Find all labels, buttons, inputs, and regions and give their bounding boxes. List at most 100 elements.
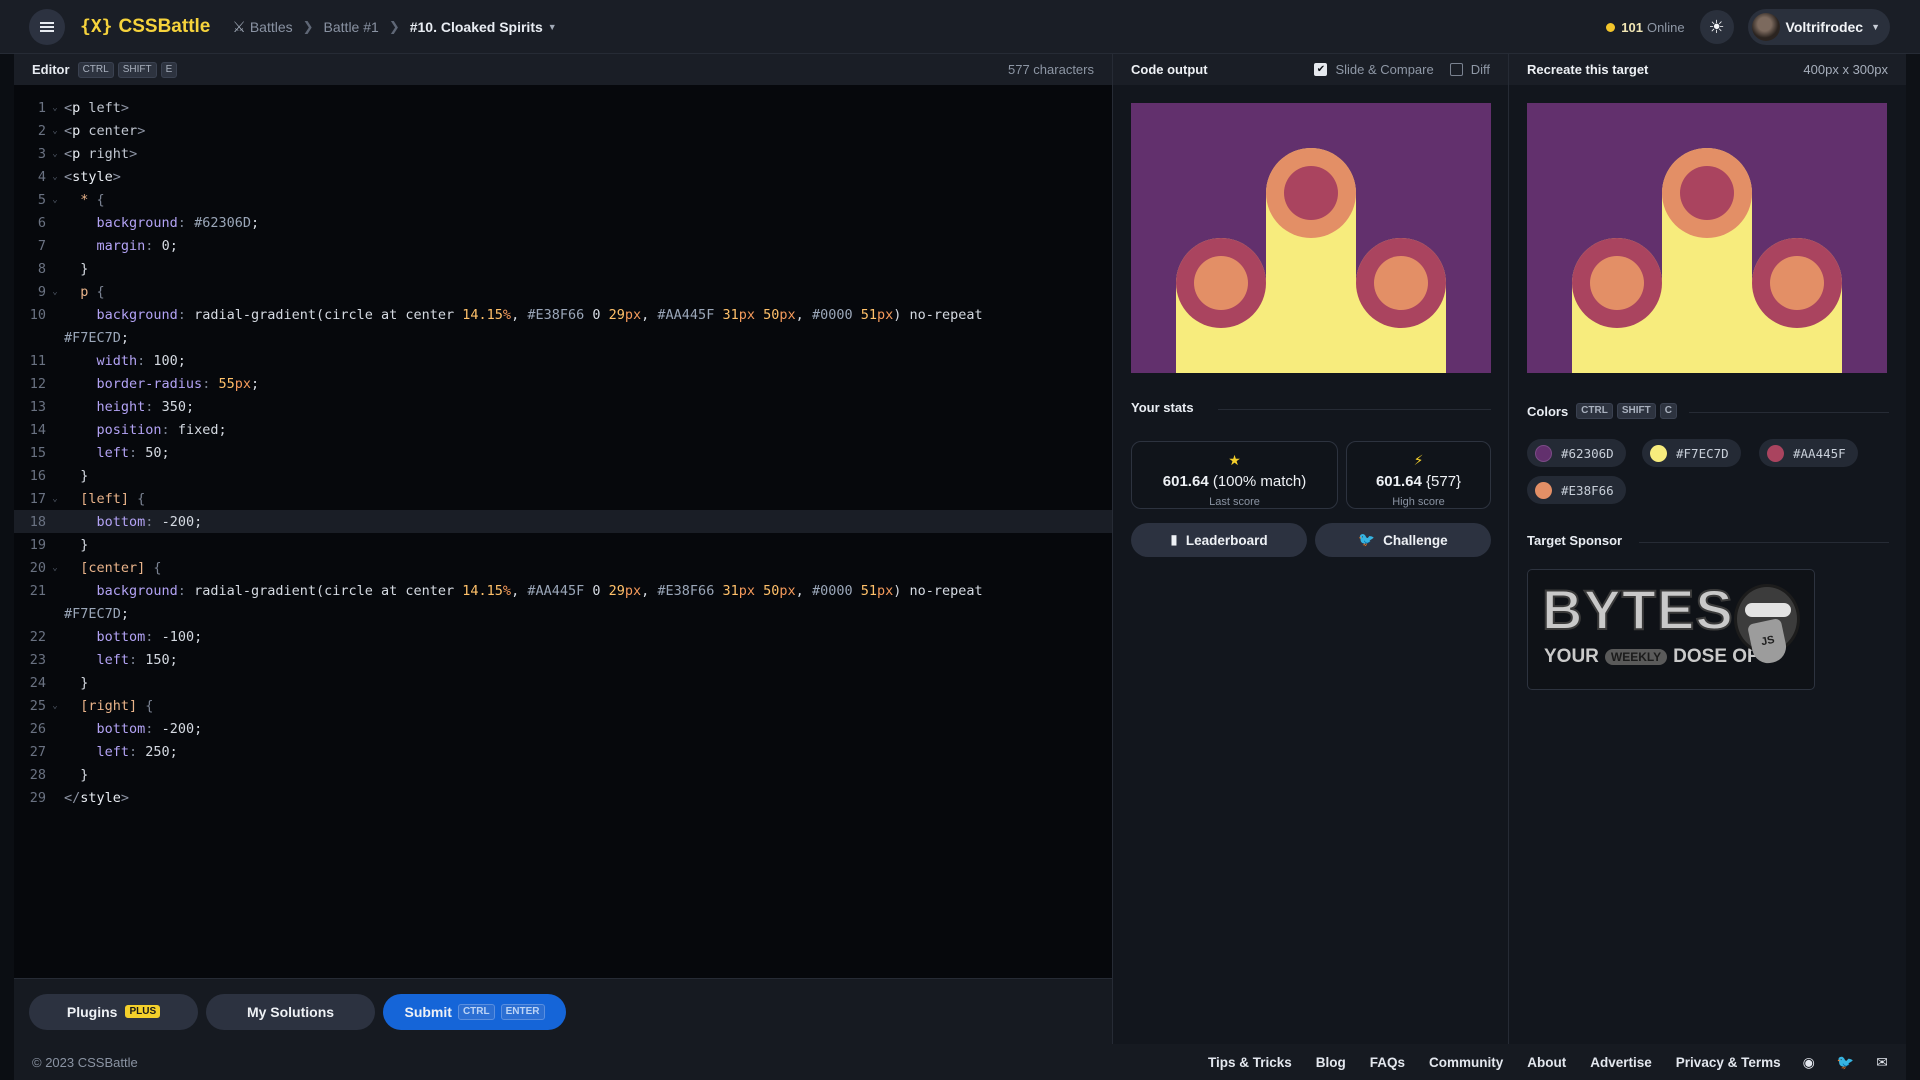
code-line[interactable]: 17 ⌄ [left] { [14,487,1112,510]
challenge-button[interactable]: 🐦 Challenge [1315,523,1491,557]
logo[interactable]: {X} CSSBattle [80,16,210,38]
leaderboard-button[interactable]: ▮ Leaderboard [1131,523,1307,557]
last-score-label: Last score [1209,496,1260,508]
code-line[interactable]: 22 bottom: -100; [14,625,1112,648]
code-line[interactable]: 1 ⌄ <p left> [14,96,1112,119]
my-solutions-button[interactable]: My Solutions [206,993,375,1030]
code-text: left: 250; [96,743,178,760]
fold-icon[interactable]: ⌄ [46,172,64,182]
kbd-ctrl: CTRL [457,1003,495,1020]
fold-icon[interactable]: ⌄ [46,287,64,297]
code-line[interactable]: 2 ⌄ <p center> [14,119,1112,142]
slide-compare-toggle[interactable]: ✔ Slide & Compare [1314,62,1434,77]
diff-toggle[interactable]: Diff [1449,62,1490,77]
code-text: <p left> [64,99,130,116]
output-canvas[interactable] [1131,103,1491,373]
code-line[interactable]: 23 left: 150; [14,648,1112,671]
fold-icon[interactable]: ⌄ [46,494,64,504]
mouth-logo-icon: JS [1734,584,1800,667]
code-line[interactable]: 25 ⌄ [right] { [14,694,1112,717]
code-editor[interactable]: Editor CTRL SHIFT E 577 characters 1 ⌄ <p … [14,54,1112,1044]
color-swatch[interactable]: #E38F66 [1527,476,1626,504]
target-canvas[interactable] [1527,103,1887,373]
color-hex: #E38F66 [1561,482,1614,498]
code-line[interactable]: 15 left: 50; [14,441,1112,464]
stats-title: Your stats [1131,400,1194,415]
color-hex: #F7EC7D [1676,445,1729,461]
code-line[interactable]: 24 } [14,671,1112,694]
sponsor-dose: DOSE OF [1673,646,1759,667]
code-line[interactable]: 6 background: #62306D; [14,211,1112,234]
theme-toggle-button[interactable]: ☀ [1699,10,1734,44]
code-line[interactable]: 12 border-radius: 55px; [14,372,1112,395]
breadcrumb-battles[interactable]: Battles [250,19,293,35]
breadcrumb-target[interactable]: #10. Cloaked Spirits [410,19,543,35]
code-line[interactable]: 14 position: fixed; [14,418,1112,441]
plugins-button[interactable]: Plugins PLUS [29,993,198,1030]
code-text: left: 150; [96,651,178,668]
line-number: 23 [29,651,46,668]
code-line[interactable]: 4 ⌄ <style> [14,165,1112,188]
code-line[interactable]: 9 ⌄ p { [14,280,1112,303]
mail-icon[interactable]: ✉ [1876,1054,1888,1071]
code-line[interactable]: 28 } [14,763,1112,786]
code-line[interactable]: 13 height: 350; [14,395,1112,418]
footer-link-community[interactable]: Community [1429,1055,1503,1070]
code-text: <p center> [64,122,146,139]
checkbox-icon[interactable] [1449,63,1463,76]
footer-link-faqs[interactable]: FAQs [1370,1055,1405,1070]
color-swatch[interactable]: #62306D [1527,439,1626,467]
twitter-icon[interactable]: 🐦 [1837,1054,1854,1071]
star-icon: ★ [1228,452,1241,468]
fold-icon[interactable]: ⌄ [46,701,64,711]
sponsor-logo-text: BYTES [1541,578,1734,641]
code-line[interactable]: 21 background: radial-gradient(circle at… [14,579,1112,602]
footer-link-about[interactable]: About [1527,1055,1566,1070]
slide-compare-label: Slide & Compare [1335,62,1434,77]
code-line[interactable]: 7 margin: 0; [14,234,1112,257]
code-line[interactable]: 20 ⌄ [center] { [14,556,1112,579]
sponsor-banner[interactable]: BYTES YOUR WEEKLY DOSE OF JS [1527,569,1815,690]
code-area[interactable]: 1 ⌄ <p left> 2 ⌄ <p center> 3 ⌄ <p right> 4 ⌄ <styl… [14,96,1112,809]
code-line[interactable]: 26 bottom: -200; [14,717,1112,740]
color-swatch[interactable]: #AA445F [1759,439,1858,467]
code-line[interactable]: 8 } [14,257,1112,280]
menu-button[interactable] [29,8,65,45]
color-swatch[interactable]: #F7EC7D [1642,439,1741,467]
footer-link-tips[interactable]: Tips & Tricks [1208,1055,1292,1070]
user-menu-button[interactable]: Voltrifrodec ▼ [1747,9,1890,45]
line-number: 8 [37,260,46,277]
footer-link-privacy[interactable]: Privacy & Terms [1676,1055,1781,1070]
kbd-ctrl: CTRL [1576,403,1613,419]
code-line[interactable]: 27 left: 250; [14,740,1112,763]
code-line[interactable]: 18 bottom: -200; [14,510,1112,533]
fold-icon[interactable]: ⌄ [46,149,64,159]
discord-icon[interactable]: ◉ [1803,1054,1815,1071]
footer-link-advertise[interactable]: Advertise [1590,1055,1652,1070]
code-line[interactable]: 29 </style> [14,786,1112,809]
chevron-down-icon[interactable]: ▼ [548,22,557,32]
code-text: [left] { [80,490,146,507]
submit-button[interactable]: Submit CTRL ENTER [383,993,566,1030]
code-line[interactable]: 3 ⌄ <p right> [14,142,1112,165]
code-line[interactable]: 16 } [14,464,1112,487]
line-number: 16 [29,467,46,484]
checkbox-checked-icon[interactable]: ✔ [1314,63,1328,76]
target-panel: Recreate this target 400px x 300px Color… [1508,54,1906,1044]
code-line[interactable]: #F7EC7D; [14,602,1112,625]
fold-icon[interactable]: ⌄ [46,563,64,573]
online-count: 101 [1621,19,1643,35]
code-line[interactable]: 10 background: radial-gradient(circle at… [14,303,1112,326]
code-line[interactable]: 11 width: 100; [14,349,1112,372]
footer-link-blog[interactable]: Blog [1316,1055,1346,1070]
fold-icon[interactable]: ⌄ [46,103,64,113]
last-score-card: ★ 601.64 (100% match) Last score [1131,441,1338,509]
fold-icon[interactable]: ⌄ [46,195,64,205]
last-score: 601.64 [1162,473,1209,490]
code-line[interactable]: 19 } [14,533,1112,556]
breadcrumb-battle[interactable]: Battle #1 [324,19,379,35]
code-line[interactable]: 5 ⌄ * { [14,188,1112,211]
line-number: 1 [37,99,46,116]
fold-icon[interactable]: ⌄ [46,126,64,136]
code-line[interactable]: #F7EC7D; [14,326,1112,349]
